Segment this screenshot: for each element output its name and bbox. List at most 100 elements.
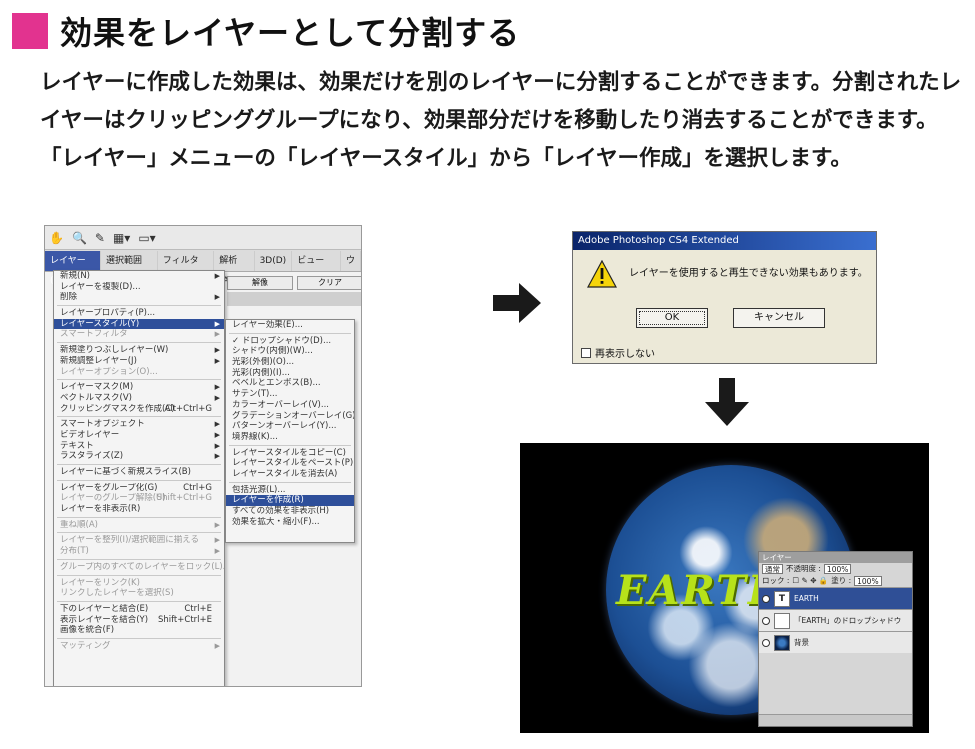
- clear-button[interactable]: クリア: [297, 276, 361, 290]
- layers-blend-row: 通常 不透明度 : 100%: [759, 563, 912, 575]
- menubar-item[interactable]: 選択範囲(S): [101, 250, 158, 286]
- menu-item[interactable]: レイヤーのグループ解除(U) Shift+Ctrl+G: [54, 493, 224, 504]
- menu-item-label: レイヤーのグループ解除(U): [60, 493, 166, 504]
- menu-item-label: スマートフィルタ: [60, 329, 128, 340]
- menu-item-label: レイヤーオプション(O)...: [60, 366, 158, 377]
- submenu-arrow-icon: ▶: [214, 330, 220, 339]
- menu-item[interactable]: テキスト ▶: [54, 441, 224, 452]
- menu-item[interactable]: レイヤースタイルを消去(A): [226, 469, 354, 480]
- menu-item[interactable]: レイヤーマスク(M) ▶: [54, 382, 224, 393]
- menu-item[interactable]: 効果を拡大・縮小(F)...: [226, 517, 354, 528]
- dialog-title: Adobe Photoshop CS4 Extended: [573, 232, 876, 250]
- menu-item-label: 画像を統合(F): [60, 625, 115, 636]
- menu-item-label: ベクトルマスク(V): [60, 392, 132, 403]
- fill-input[interactable]: 100%: [854, 576, 882, 586]
- ps-background-bar: [227, 292, 361, 306]
- zoom-icon: 🔍: [71, 230, 87, 245]
- menu-item[interactable]: 包括光源(L)...: [226, 485, 354, 496]
- menu-item[interactable]: レイヤースタイルをコピー(C): [226, 448, 354, 459]
- menubar-item[interactable]: 解析(A): [214, 250, 255, 286]
- menu-item[interactable]: カラーオーバーレイ(V)...: [226, 400, 354, 411]
- menu-item[interactable]: レイヤーオプション(O)...: [54, 367, 224, 378]
- menu-item[interactable]: グラデーションオーバーレイ(G)...: [226, 411, 354, 422]
- menu-item-label: レイヤースタイル(Y): [60, 318, 140, 329]
- menu-item[interactable]: ✓ ドロップシャドウ(D)...: [226, 336, 354, 347]
- menu-item-label: レイヤーに基づく新規スライス(B): [60, 467, 191, 477]
- eye-icon[interactable]: [762, 616, 770, 625]
- menu-item[interactable]: ベクトルマスク(V) ▶: [54, 393, 224, 404]
- menubar-item[interactable]: フィルタ(T): [158, 250, 215, 286]
- menu-item[interactable]: グループ内のすべてのレイヤーをロック(L)...: [54, 562, 224, 573]
- cancel-button[interactable]: キャンセル: [733, 308, 825, 328]
- eye-icon[interactable]: [762, 594, 770, 603]
- menu-item[interactable]: 下のレイヤーと結合(E) Ctrl+E: [54, 604, 224, 615]
- menu-item[interactable]: 光彩(内側)(I)...: [226, 368, 354, 379]
- menu-separator: [57, 558, 221, 560]
- menu-item-label: 境界線(K)...: [232, 431, 278, 442]
- menu-item-label: レイヤーをリンク(K): [60, 577, 140, 588]
- menu-item[interactable]: ビデオレイヤー ▶: [54, 430, 224, 441]
- submenu-arrow-icon: ▶: [214, 441, 220, 450]
- eye-icon[interactable]: [762, 638, 770, 647]
- menu-item[interactable]: スマートオブジェクト ▶: [54, 419, 224, 430]
- dont-show-again-checkbox[interactable]: 再表示しない: [581, 345, 655, 360]
- layer-row[interactable]: T EARTH: [759, 587, 912, 609]
- menubar-item[interactable]: レイヤー(L): [45, 250, 101, 286]
- blend-mode-select[interactable]: 通常: [762, 564, 783, 574]
- menu-item[interactable]: レイヤーを複製(D)...: [54, 282, 224, 293]
- layers-panel: レイヤー 通常 不透明度 : 100% ロック : ☐ ✎ ✥ 🔒 塗り : 1…: [758, 551, 913, 727]
- menu-item-label: 分布(T): [60, 546, 89, 557]
- menu-item-shortcut: Ctrl+G: [183, 482, 212, 493]
- menu-item[interactable]: レイヤーに基づく新規スライス(B): [54, 467, 224, 478]
- menu-item[interactable]: 境界線(K)...: [226, 432, 354, 443]
- menu-item[interactable]: 新規調整レイヤー(J) ▶: [54, 356, 224, 367]
- menu-item[interactable]: レイヤーを非表示(R): [54, 504, 224, 515]
- menu-item[interactable]: レイヤーをリンク(K): [54, 578, 224, 589]
- menu-item[interactable]: スマートフィルタ ▶: [54, 329, 224, 340]
- submenu-arrow-icon: ▶: [214, 383, 220, 392]
- menu-item[interactable]: レイヤーを整列(I)/選択範囲に揃える ▶: [54, 535, 224, 546]
- menu-separator: [57, 532, 221, 534]
- menu-item[interactable]: 削除 ▶: [54, 292, 224, 303]
- menu-item[interactable]: すべての効果を非表示(H): [226, 506, 354, 517]
- menu-item-label: 新規調整レイヤー(J): [60, 355, 137, 366]
- menu-item-label: 重ね順(A): [60, 519, 98, 530]
- menu-item[interactable]: 画像を統合(F): [54, 625, 224, 636]
- menubar-item[interactable]: ウ: [341, 250, 361, 271]
- body-paragraph: レイヤーに作成した効果は、効果だけを別のレイヤーに分割することができます。分割さ…: [40, 70, 962, 171]
- menu-item[interactable]: マッティング ▶: [54, 641, 224, 652]
- menu-item[interactable]: 新規塗りつぶしレイヤー(W) ▶: [54, 345, 224, 356]
- checkbox-box[interactable]: [581, 347, 591, 358]
- opacity-label: 不透明度 :: [786, 564, 821, 573]
- resolution-button[interactable]: 解像: [227, 276, 293, 290]
- menu-item[interactable]: パターンオーバーレイ(Y)...: [226, 421, 354, 432]
- menu-item[interactable]: レイヤーをグループ化(G) Ctrl+G: [54, 483, 224, 494]
- menu-item[interactable]: 分布(T) ▶: [54, 546, 224, 557]
- menu-item[interactable]: サテン(T)...: [226, 389, 354, 400]
- menu-item[interactable]: ベベルとエンボス(B)...: [226, 378, 354, 389]
- menu-item[interactable]: 重ね順(A) ▶: [54, 520, 224, 531]
- menu-item-label: レイヤーを整列(I)/選択範囲に揃える: [60, 535, 199, 546]
- ok-button[interactable]: OK: [636, 308, 708, 328]
- menu-item[interactable]: シャドウ(内側)(W)...: [226, 346, 354, 357]
- layer-row[interactable]: 「EARTH」のドロップシャドウ: [759, 609, 912, 631]
- menu-item[interactable]: レイヤープロパティ(P)...: [54, 308, 224, 319]
- menu-item[interactable]: リンクしたレイヤーを選択(S): [54, 588, 224, 599]
- menu-item[interactable]: レイヤースタイルをペースト(P): [226, 458, 354, 469]
- menu-item[interactable]: クリッピングマスクを作成(C) Alt+Ctrl+G: [54, 404, 224, 415]
- menu-item[interactable]: 表示レイヤーを結合(Y) Shift+Ctrl+E: [54, 615, 224, 626]
- menu-item[interactable]: レイヤー効果(E)...: [226, 320, 354, 331]
- menu-item-label: レイヤースタイルをペースト(P): [232, 458, 354, 469]
- menu-item[interactable]: レイヤーを作成(R): [226, 495, 354, 506]
- menu-item[interactable]: レイヤースタイル(Y) ▶: [54, 318, 224, 330]
- layer-row[interactable]: 背景: [759, 631, 912, 653]
- arrange-icon: ▭▾: [138, 230, 156, 245]
- menu-item[interactable]: 光彩(外側)(O)...: [226, 357, 354, 368]
- lock-icons[interactable]: ☐ ✎ ✥ 🔒: [792, 575, 828, 587]
- menu-item-label: カラーオーバーレイ(V)...: [232, 399, 329, 410]
- menu-item[interactable]: 新規(N) ▶: [54, 271, 224, 282]
- menubar-item[interactable]: 3D(D): [255, 250, 293, 271]
- opacity-input[interactable]: 100%: [823, 564, 852, 574]
- menubar-item[interactable]: ビュー(V): [292, 250, 341, 286]
- menu-item[interactable]: ラスタライズ(Z) ▶: [54, 451, 224, 462]
